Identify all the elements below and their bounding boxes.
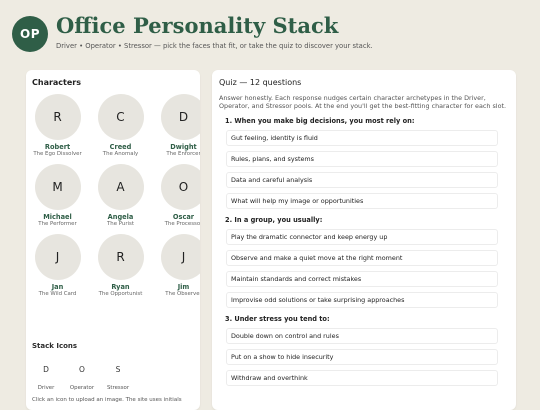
character-card-robert[interactable]: R Robert The Ego Dissolver [26, 94, 89, 158]
answer-option[interactable]: Put on a show to hide insecurity [226, 349, 498, 366]
stack-item-operator: O Operator [68, 356, 96, 391]
operator-stack-icon[interactable]: O [69, 356, 95, 382]
driver-stack-icon[interactable]: D [33, 356, 59, 382]
character-role: The Enforcer [166, 151, 200, 157]
characters-heading: Characters [32, 78, 82, 87]
quiz-heading: Quiz — 12 questions [219, 78, 302, 87]
character-name: Jim [177, 283, 190, 291]
answer-option[interactable]: Double down on control and rules [226, 328, 498, 345]
page-title: Office Personality Stack [56, 13, 339, 38]
character-name: Robert [44, 143, 71, 151]
character-card-ryan[interactable]: R Ryan The Opportunist [89, 234, 152, 298]
character-name: Jan [51, 283, 64, 291]
character-avatar: D [160, 94, 200, 140]
stack-label: Stressor [106, 385, 130, 391]
upload-hint: Click an icon to upload an image. The si… [32, 397, 182, 403]
character-avatar: M [34, 164, 81, 210]
character-role: The Purist [107, 221, 134, 227]
answer-option[interactable]: Play the dramatic connector and keep ene… [226, 229, 498, 246]
character-card-angela[interactable]: A Angela The Purist [89, 164, 152, 228]
answer-option[interactable]: Rules, plans, and systems [226, 151, 498, 168]
answer-option[interactable]: Gut feeling, identity is fluid [226, 130, 498, 147]
character-role: The Observer [165, 291, 200, 297]
character-role: The Ego Dissolver [33, 151, 82, 157]
character-avatar: O [160, 164, 200, 210]
character-name: Dwight [170, 143, 197, 151]
character-role: The Anomaly [102, 151, 139, 157]
character-role: The Performer [38, 221, 77, 227]
page-subtitle: Driver • Operator • Stressor — pick the … [56, 42, 373, 50]
character-role: The Opportunist [98, 291, 143, 297]
character-name: Ryan [111, 283, 130, 291]
character-grid: R Robert The Ego Dissolver C Creed The A… [26, 94, 200, 298]
stack-item-driver: D Driver [32, 356, 60, 391]
character-avatar: J [160, 234, 200, 280]
answer-option[interactable]: What will help my image or opportunities [226, 193, 498, 210]
stack-label: Driver [37, 385, 55, 391]
character-role: The Processor [164, 221, 200, 227]
character-card-creed[interactable]: C Creed The Anomaly [89, 94, 152, 158]
stack-icons-heading: Stack Icons [32, 342, 78, 350]
character-name: Angela [107, 213, 134, 221]
character-card-oscar[interactable]: O Oscar The Processor [152, 164, 200, 228]
character-card-jan[interactable]: J Jan The Wild Card [26, 234, 89, 298]
characters-panel: Characters R Robert The Ego Dissolver C … [26, 70, 200, 410]
answer-option[interactable]: Maintain standards and correct mistakes [226, 271, 498, 288]
character-name: Michael [43, 213, 72, 221]
character-card-michael[interactable]: M Michael The Performer [26, 164, 89, 228]
character-avatar: J [34, 234, 81, 280]
character-card-dwight[interactable]: D Dwight The Enforcer [152, 94, 200, 158]
answer-option[interactable]: Withdraw and overthink [226, 370, 498, 387]
character-name: Oscar [172, 213, 195, 221]
character-avatar: C [97, 94, 144, 140]
character-avatar: R [97, 234, 144, 280]
character-role: The Wild Card [38, 291, 77, 297]
answer-option[interactable]: Improvise odd solutions or take surprisi… [226, 292, 498, 309]
answer-option[interactable]: Observe and make a quiet move at the rig… [226, 250, 498, 267]
question-1: 1. When you make big decisions, you most… [225, 117, 415, 126]
character-card-jim[interactable]: J Jim The Observer [152, 234, 200, 298]
character-name: Creed [109, 143, 132, 151]
quiz-intro: Answer honestly. Each response nudges ce… [219, 94, 507, 111]
quiz-panel: Quiz — 12 questions Answer honestly. Eac… [212, 70, 516, 410]
stack-label: Operator [69, 385, 95, 391]
stressor-stack-icon[interactable]: S [105, 356, 131, 382]
character-avatar: R [34, 94, 81, 140]
character-avatar: A [97, 164, 144, 210]
stack-icons-row: D Driver O Operator S Stressor [32, 356, 132, 391]
question-3: 3. Under stress you tend to: [225, 315, 330, 324]
logo-avatar: OP [12, 16, 48, 52]
question-2: 2. In a group, you usually: [225, 216, 323, 225]
answer-option[interactable]: Data and careful analysis [226, 172, 498, 189]
stack-item-stressor: S Stressor [104, 356, 132, 391]
